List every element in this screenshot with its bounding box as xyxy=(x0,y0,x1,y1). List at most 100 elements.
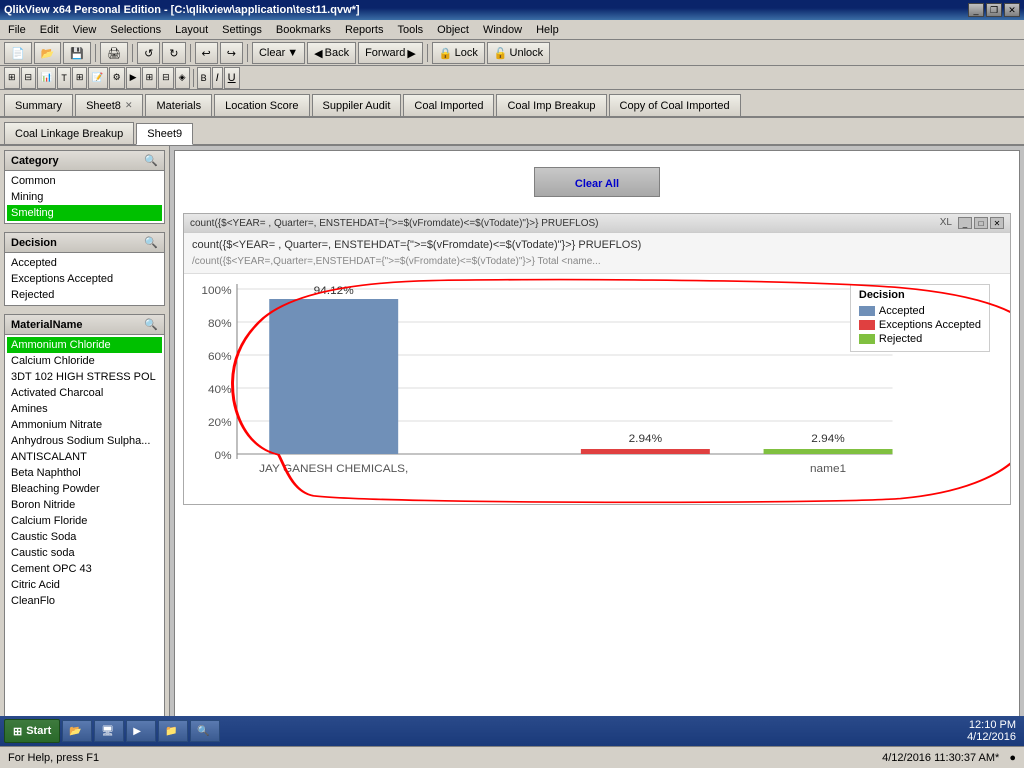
chart-xl-label: XL xyxy=(940,217,952,229)
menu-help[interactable]: Help xyxy=(530,22,565,38)
menu-reports[interactable]: Reports xyxy=(339,22,390,38)
toolbar2-btn-2[interactable]: ⊟ xyxy=(21,67,37,89)
sidebar-category-mining[interactable]: Mining xyxy=(7,189,162,205)
chart-minimize-btn[interactable]: _ xyxy=(958,217,972,229)
legend-label-exceptions: Exceptions Accepted xyxy=(879,319,981,331)
tab-sheet8-close[interactable]: ✕ xyxy=(125,100,133,111)
sidebar-material-boron-nitride[interactable]: Boron Nitride xyxy=(7,497,162,513)
restore-button[interactable]: ❐ xyxy=(986,3,1002,17)
toolbar2-format-1[interactable]: B xyxy=(197,67,211,89)
sidebar-material-bleaching-powder[interactable]: Bleaching Powder xyxy=(7,481,162,497)
tab-sheet8[interactable]: Sheet8 ✕ xyxy=(75,94,143,116)
sidebar-material-3dt[interactable]: 3DT 102 HIGH STRESS POL xyxy=(7,369,162,385)
chart-legend: Decision Accepted Exceptions Accepted Re… xyxy=(850,284,990,352)
chart-close-btn[interactable]: ✕ xyxy=(990,217,1004,229)
sidebar-material-caustic-soda[interactable]: Caustic soda xyxy=(7,545,162,561)
redo-button[interactable]: ↪ xyxy=(220,42,243,64)
toolbar2-btn-11[interactable]: ◈ xyxy=(175,67,190,89)
toolbar2-btn-8[interactable]: ▶ xyxy=(126,67,141,89)
taskbar-item-4[interactable]: 📁 xyxy=(158,720,188,742)
menu-selections[interactable]: Selections xyxy=(104,22,167,38)
bar-accepted[interactable] xyxy=(269,299,398,454)
sidebar-decision-accepted[interactable]: Accepted xyxy=(7,255,162,271)
sidebar-material-calcium-chloride[interactable]: Calcium Chloride xyxy=(7,353,162,369)
chart-restore-btn[interactable]: □ xyxy=(974,217,988,229)
start-button[interactable]: ⊞ Start xyxy=(4,719,60,743)
open-button[interactable]: 📂 xyxy=(34,42,62,64)
toolbar2-btn-7[interactable]: ⚙ xyxy=(109,67,125,89)
start-label: Start xyxy=(26,725,51,737)
menu-edit[interactable]: Edit xyxy=(34,22,65,38)
partial-reload-button[interactable]: ↻ xyxy=(162,42,185,64)
toolbar2-format-3[interactable]: U xyxy=(224,67,240,89)
new-button[interactable]: 📄 xyxy=(4,42,32,64)
toolbar2-format-2[interactable]: I xyxy=(212,67,223,89)
undo-button[interactable]: ↩ xyxy=(195,42,218,64)
forward-button[interactable]: Forward ▶ xyxy=(358,42,423,64)
menu-tools[interactable]: Tools xyxy=(391,22,429,38)
taskbar-item-2[interactable]: 🖥 xyxy=(94,720,124,742)
clear-button[interactable]: Clear ▼ xyxy=(252,42,305,64)
taskbar-item-1[interactable]: 📂 xyxy=(62,720,92,742)
tab-coal-imported[interactable]: Coal Imported xyxy=(403,94,494,116)
category-search-icon[interactable]: 🔍 xyxy=(144,154,158,167)
menu-bookmarks[interactable]: Bookmarks xyxy=(270,22,337,38)
clear-all-button[interactable]: Clear All xyxy=(534,167,660,197)
decision-search-icon[interactable]: 🔍 xyxy=(144,236,158,249)
tab-copy-coal-imported[interactable]: Copy of Coal Imported xyxy=(609,94,741,116)
sidebar-material-amines[interactable]: Amines xyxy=(7,401,162,417)
menu-window[interactable]: Window xyxy=(477,22,528,38)
sidebar-material-beta-naphthol[interactable]: Beta Naphthol xyxy=(7,465,162,481)
sidebar-decision-exceptions[interactable]: Exceptions Accepted xyxy=(7,271,162,287)
materialname-search-icon[interactable]: 🔍 xyxy=(144,318,158,331)
sidebar-material-caustic-soda-cap[interactable]: Caustic Soda xyxy=(7,529,162,545)
unlock-button[interactable]: 🔓 Unlock xyxy=(487,42,550,64)
tab-summary[interactable]: Summary xyxy=(4,94,73,116)
bar-rejected[interactable] xyxy=(764,449,893,454)
back-button[interactable]: ◀ Back xyxy=(307,42,356,64)
menu-layout[interactable]: Layout xyxy=(169,22,214,38)
tab-coal-linkage[interactable]: Coal Linkage Breakup xyxy=(4,122,134,144)
bar-exceptions[interactable] xyxy=(581,449,710,454)
toolbar2-btn-5[interactable]: ⊞ xyxy=(72,67,88,89)
taskbar-item-3[interactable]: ▶ xyxy=(126,720,156,742)
toolbar2-btn-3[interactable]: 📊 xyxy=(37,67,56,89)
reload-button[interactable]: ↺ xyxy=(137,42,160,64)
sidebar-material-activated-charcoal[interactable]: Activated Charcoal xyxy=(7,385,162,401)
menu-file[interactable]: File xyxy=(2,22,32,38)
menu-view[interactable]: View xyxy=(67,22,103,38)
sidebar-decision-rejected[interactable]: Rejected xyxy=(7,287,162,303)
lock-button[interactable]: 🔒 Lock xyxy=(432,42,485,64)
sidebar-material-cleanflo[interactable]: CleanFlo xyxy=(7,593,162,609)
tab-materials[interactable]: Materials xyxy=(145,94,212,116)
toolbar2-btn-9[interactable]: ⊞ xyxy=(142,67,158,89)
save-button[interactable]: 💾 xyxy=(63,42,91,64)
menu-object[interactable]: Object xyxy=(431,22,475,38)
toolbar2-btn-1[interactable]: ⊞ xyxy=(4,67,20,89)
sidebar-material-ammonium-nitrate[interactable]: Ammonium Nitrate xyxy=(7,417,162,433)
toolbar2-btn-10[interactable]: ⊟ xyxy=(158,67,174,89)
sidebar-category-smelting[interactable]: Smelting xyxy=(7,205,162,221)
taskbar-item-5[interactable]: 🔍 xyxy=(190,720,220,742)
tabs-row-2: Coal Linkage Breakup Sheet9 xyxy=(0,118,1024,146)
materialname-content: Ammonium Chloride Calcium Chloride 3DT 1… xyxy=(5,335,164,745)
tab-supplier-audit[interactable]: Suppiler Audit xyxy=(312,94,402,116)
sidebar-material-anhydrous[interactable]: Anhydrous Sodium Sulpha... xyxy=(7,433,162,449)
sidebar-material-cement[interactable]: Cement OPC 43 xyxy=(7,561,162,577)
tab-sheet9[interactable]: Sheet9 xyxy=(136,123,193,145)
taskbar-date: 4/12/2016 xyxy=(967,731,1016,743)
toolbar2-btn-4[interactable]: T xyxy=(57,67,71,89)
tab-materials-label: Materials xyxy=(156,100,201,112)
tab-coal-imp-breakup[interactable]: Coal Imp Breakup xyxy=(496,94,606,116)
tab-location-score[interactable]: Location Score xyxy=(214,94,309,116)
sidebar-category-common[interactable]: Common xyxy=(7,173,162,189)
sidebar-material-citric-acid[interactable]: Citric Acid xyxy=(7,577,162,593)
close-button[interactable]: ✕ xyxy=(1004,3,1020,17)
menu-settings[interactable]: Settings xyxy=(216,22,268,38)
print-button[interactable]: 🖨 xyxy=(100,42,128,64)
toolbar2-btn-6[interactable]: 📝 xyxy=(88,67,107,89)
sidebar-material-calcium-floride[interactable]: Calcium Floride xyxy=(7,513,162,529)
sidebar-material-ammonium-chloride[interactable]: Ammonium Chloride xyxy=(7,337,162,353)
minimize-button[interactable]: _ xyxy=(968,3,984,17)
sidebar-material-antiscalant[interactable]: ANTISCALANT xyxy=(7,449,162,465)
